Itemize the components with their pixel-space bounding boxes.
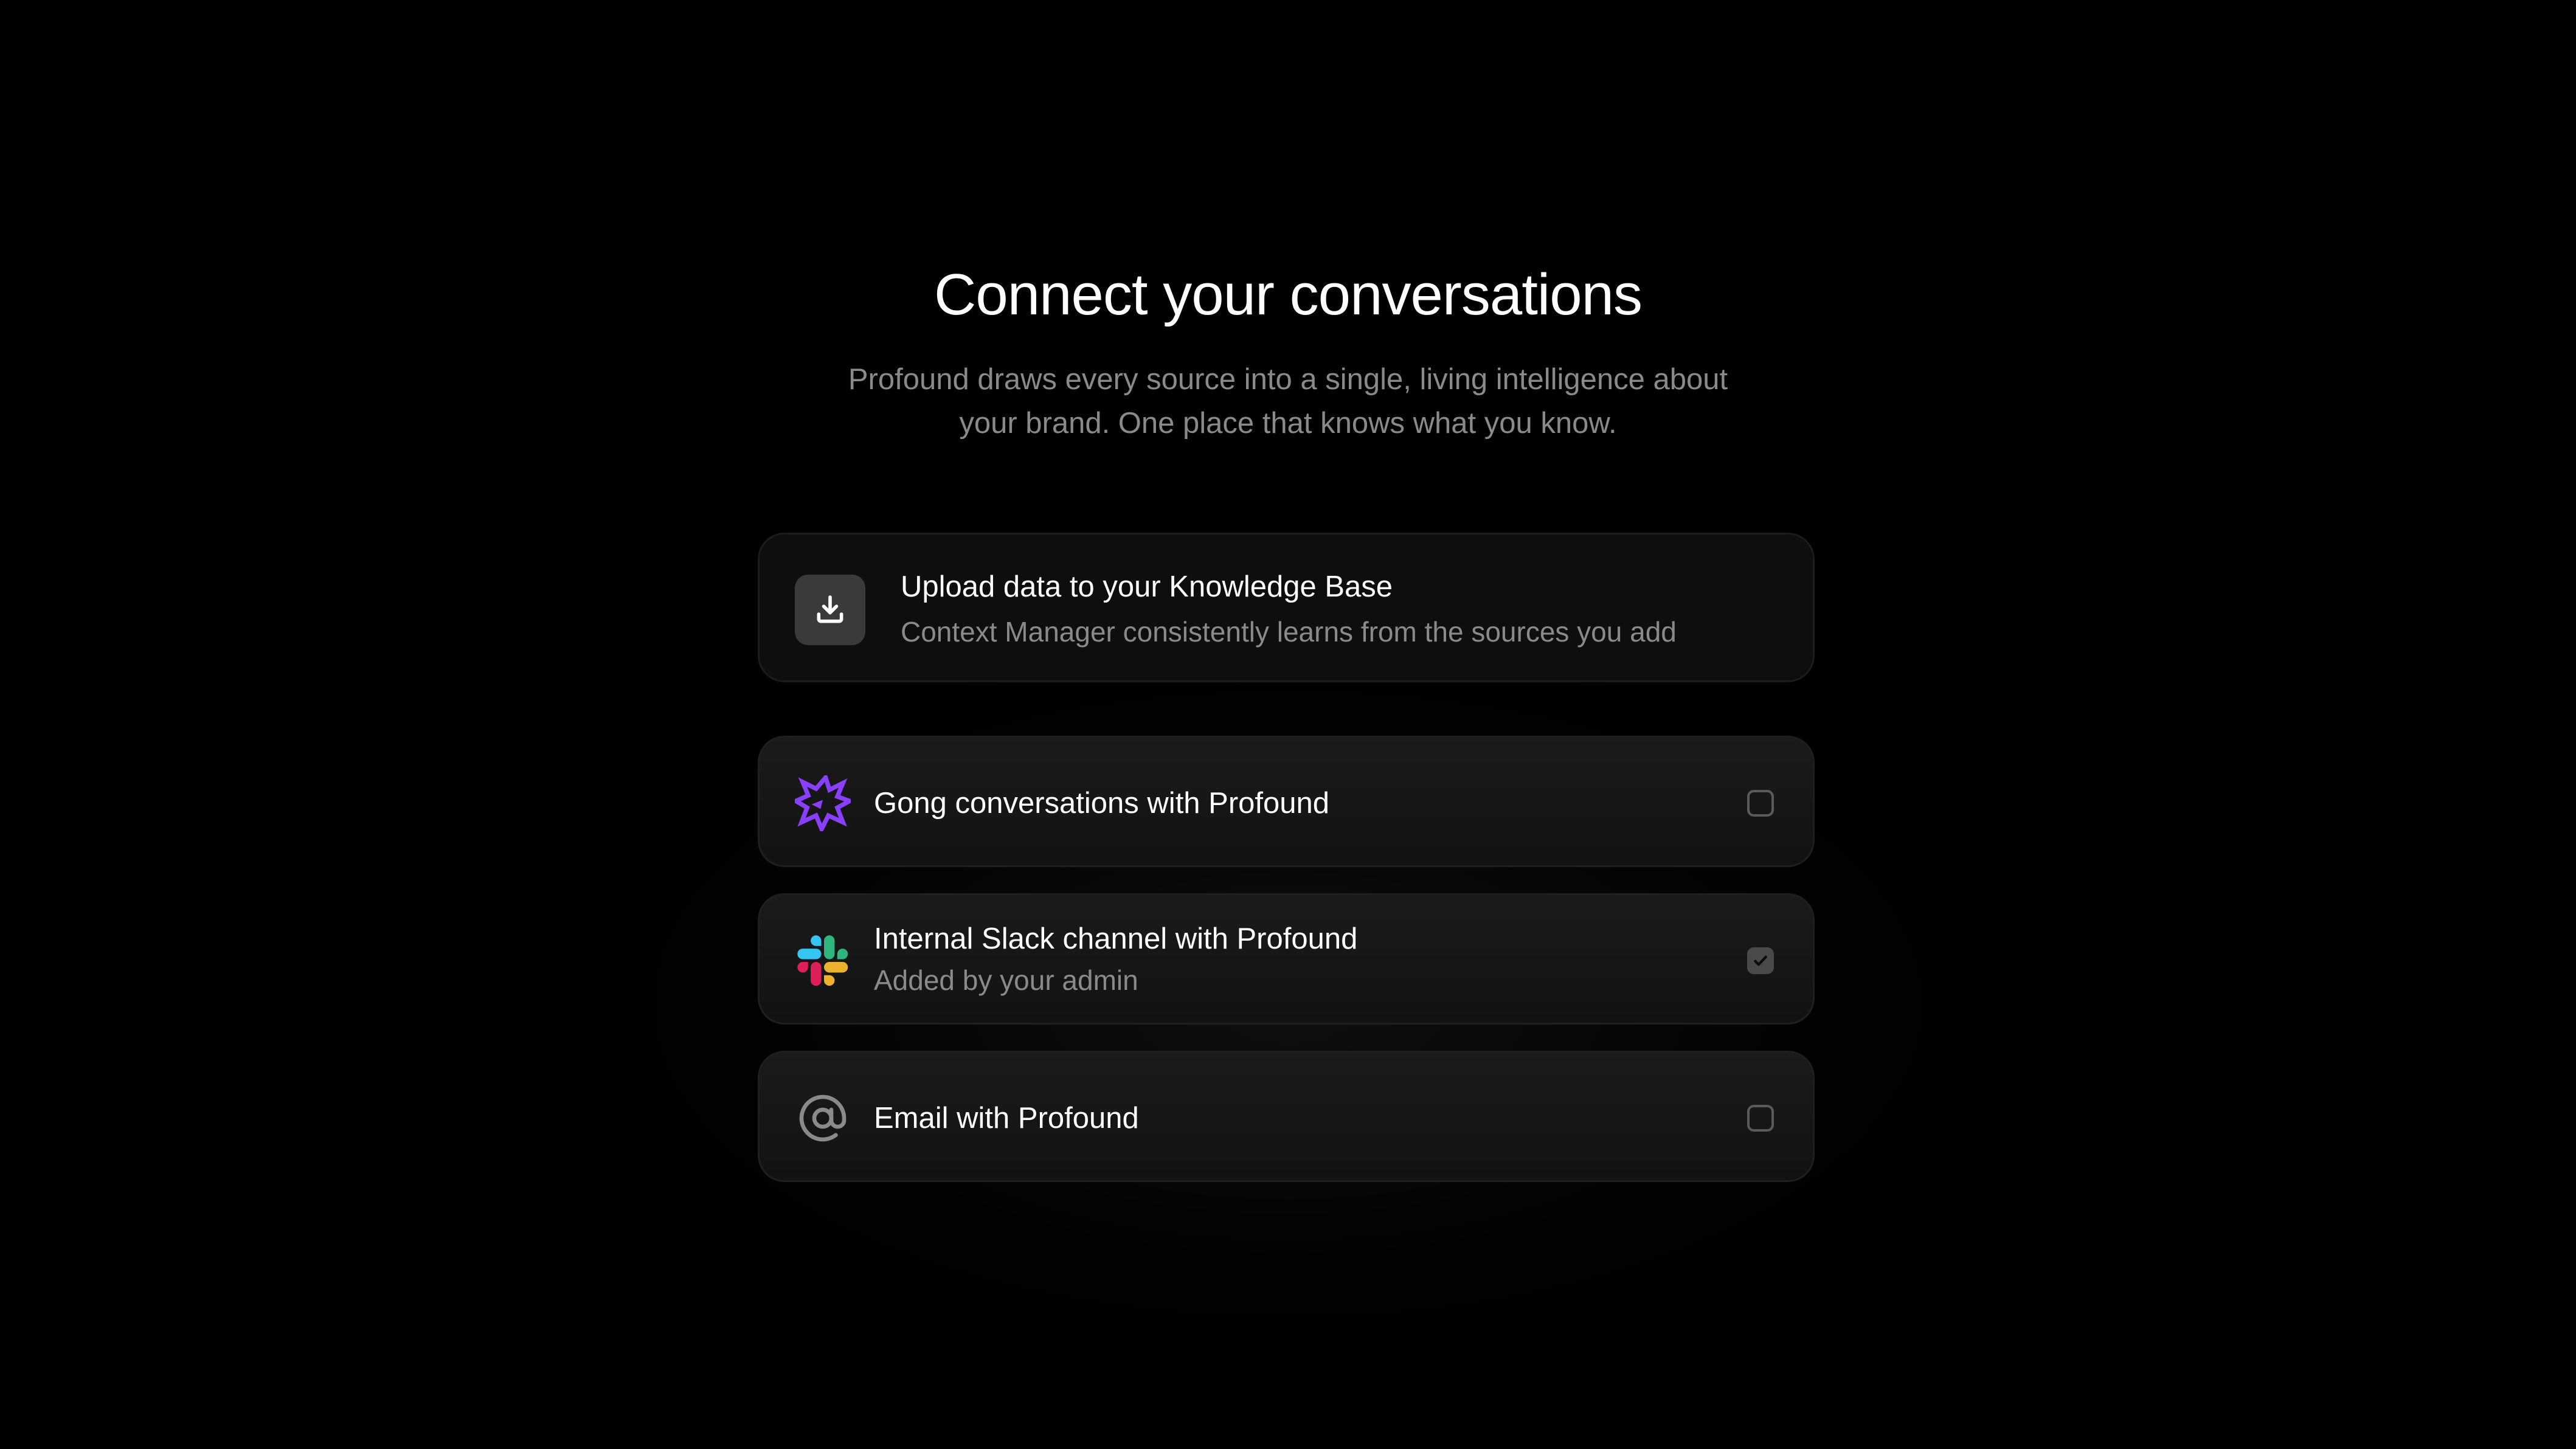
at-sign-icon xyxy=(795,1090,851,1146)
upload-knowledge-base-card[interactable]: Upload data to your Knowledge Base Conte… xyxy=(758,533,1815,682)
gong-checkbox[interactable] xyxy=(1747,790,1774,817)
source-label-gong: Gong conversations with Profound xyxy=(874,787,1330,820)
upload-title: Upload data to your Knowledge Base xyxy=(901,570,1393,603)
upload-description: Context Manager consistently learns from… xyxy=(901,616,1677,648)
email-checkbox[interactable] xyxy=(1747,1105,1774,1132)
slack-icon xyxy=(795,933,851,989)
subtitle-line-2: your brand. One place that knows what yo… xyxy=(959,407,1617,440)
source-sublabel-slack: Added by your admin xyxy=(874,964,1138,996)
source-row-email[interactable]: Email with Profound xyxy=(758,1051,1815,1182)
gong-icon xyxy=(795,775,851,831)
page-subtitle: Profound draws every source into a singl… xyxy=(802,358,1774,445)
download-icon xyxy=(795,575,865,645)
check-icon xyxy=(1754,955,1767,966)
page-title: Connect your conversations xyxy=(934,262,1643,327)
source-row-slack[interactable]: Internal Slack channel with Profound Add… xyxy=(758,893,1815,1025)
source-label-email: Email with Profound xyxy=(874,1102,1139,1135)
source-row-gong[interactable]: Gong conversations with Profound xyxy=(758,736,1815,867)
source-label-slack: Internal Slack channel with Profound xyxy=(874,922,1358,955)
slack-checkbox[interactable] xyxy=(1747,947,1774,974)
subtitle-line-1: Profound draws every source into a singl… xyxy=(848,363,1728,396)
